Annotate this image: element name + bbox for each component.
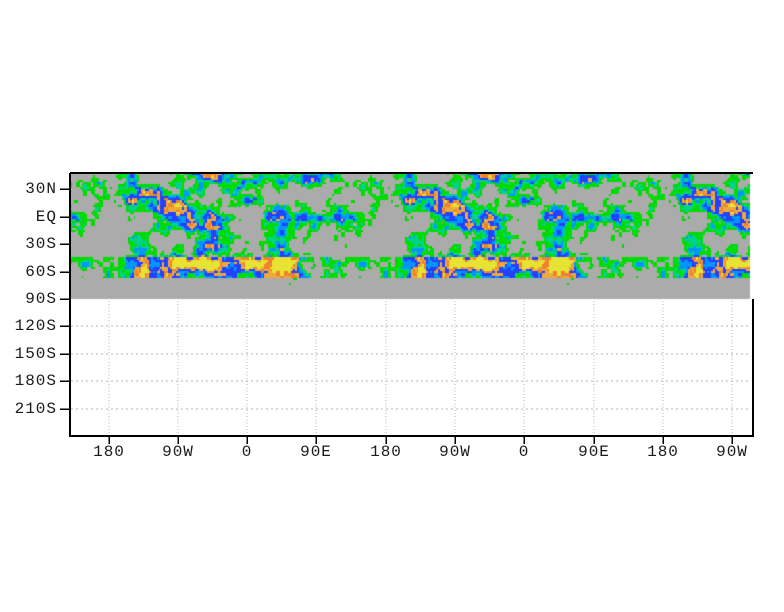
x-tick-label: 180 — [93, 443, 125, 461]
x-tick-label: 90W — [716, 443, 748, 461]
grads-plot-page: 30N EQ 30S 60S 90S 120S 150S 180S 210S 180 90W 0 90… — [0, 0, 784, 612]
y-tick-label: 180S — [14, 372, 57, 390]
x-tick-label: 0 — [241, 443, 253, 461]
y-tick-label: 120S — [14, 317, 57, 335]
x-tick-label: 90E — [300, 443, 332, 461]
x-tick-label: 180 — [647, 443, 679, 461]
y-tick-label: 60S — [25, 263, 57, 281]
y-tick-label: 210S — [14, 400, 57, 418]
y-tick-label: 90S — [25, 290, 57, 308]
y-tick-label: EQ — [35, 208, 57, 226]
x-tick-label: 180 — [370, 443, 402, 461]
x-tick-label: 90E — [578, 443, 610, 461]
x-tick-label: 0 — [518, 443, 530, 461]
y-tick-label: 30N — [25, 180, 57, 198]
y-tick-label: 150S — [14, 345, 57, 363]
x-tick-label: 90W — [162, 443, 194, 461]
y-tick-label: 30S — [25, 235, 57, 253]
plot-axes — [60, 172, 754, 444]
x-tick-label: 90W — [439, 443, 471, 461]
